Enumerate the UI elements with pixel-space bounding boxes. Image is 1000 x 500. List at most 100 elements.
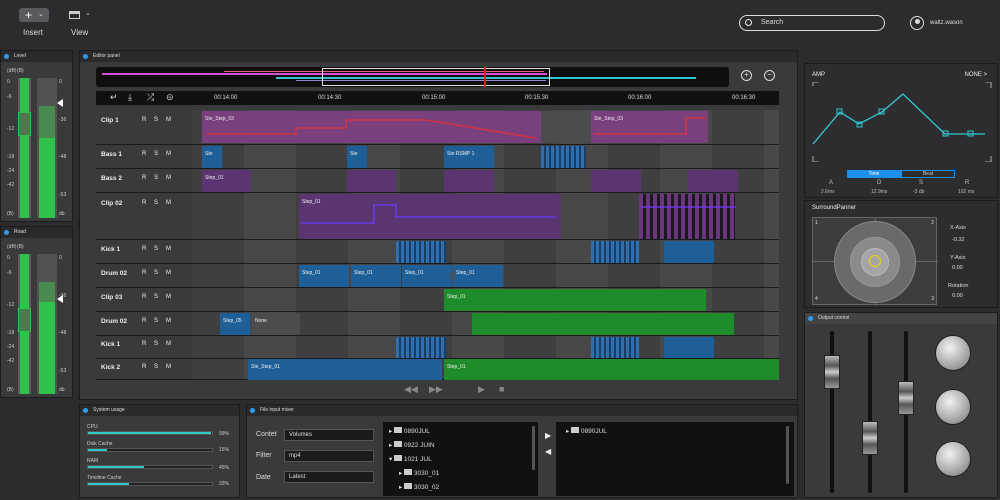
fader-handle[interactable] [862, 421, 878, 455]
insert-button[interactable]: + ⌄ [19, 8, 49, 22]
record-button[interactable]: R [142, 270, 146, 276]
clip[interactable] [396, 241, 446, 263]
mute-button[interactable]: M [166, 318, 171, 324]
clip[interactable]: Step_01 [351, 265, 401, 287]
clip[interactable]: Step_05 [220, 313, 250, 335]
panner-puck[interactable] [869, 255, 881, 267]
tray-down-icon[interactable]: ⤓ [128, 92, 132, 103]
solo-button[interactable]: S [154, 175, 158, 181]
tree-item[interactable]: ▸ 0890JUL [566, 427, 607, 435]
solo-button[interactable]: S [154, 246, 158, 252]
solo-button[interactable]: S [154, 318, 158, 324]
content-field[interactable]: Volumes [284, 429, 374, 441]
clip[interactable]: Step_01 [444, 289, 706, 311]
filter-field[interactable]: mp4 [284, 450, 374, 462]
search-input[interactable]: Search [739, 15, 885, 31]
overview-viewport[interactable] [322, 68, 550, 86]
mute-button[interactable]: M [166, 175, 171, 181]
scrollbar[interactable] [786, 426, 789, 484]
record-button[interactable]: R [142, 341, 146, 347]
meter-peak-handle[interactable] [18, 308, 31, 332]
record-button[interactable]: R [142, 294, 146, 300]
tree-item[interactable]: ▸ 0890JUL [389, 427, 430, 435]
clip[interactable] [472, 313, 734, 335]
record-button[interactable]: R [142, 318, 146, 324]
link-icon[interactable]: ⊝ [166, 92, 174, 103]
destination-tree[interactable]: ▸ 0890JUL [556, 422, 794, 496]
timeline-overview[interactable] [96, 67, 729, 87]
clip[interactable]: Ste_Step_01 [248, 359, 442, 380]
solo-button[interactable]: S [154, 151, 158, 157]
record-button[interactable]: R [142, 246, 146, 252]
tab-time[interactable]: Time [847, 170, 901, 178]
clip[interactable] [591, 241, 639, 263]
clip[interactable]: Step_01 [453, 265, 503, 287]
shuffle-icon[interactable]: ⤮ [147, 92, 154, 103]
surround-pad[interactable]: 1 2 3 4 [812, 217, 938, 306]
amp-preset-selector[interactable]: NONE > [964, 72, 987, 78]
mute-button[interactable]: M [166, 364, 171, 370]
x-axis-value[interactable]: -0.32 [952, 237, 965, 243]
clip[interactable]: Step_01 [299, 265, 349, 287]
clip[interactable]: Ste RSMP 1 [444, 146, 494, 168]
tree-item[interactable]: ▸ 3030_02 [399, 483, 439, 491]
panel-header: Level [1, 51, 72, 62]
clip[interactable]: Step_01 [444, 359, 779, 380]
scrollbar[interactable] [532, 426, 535, 470]
tree-item[interactable]: ▾ 1021 JUL [389, 455, 432, 463]
clip[interactable]: Ste [347, 146, 367, 168]
solo-button[interactable]: S [154, 341, 158, 347]
mute-button[interactable]: M [166, 270, 171, 276]
mute-button[interactable]: M [166, 341, 171, 347]
view-button[interactable]: ⌄ [66, 8, 94, 22]
fast-forward-icon[interactable]: ▶▶ [429, 384, 443, 395]
rewind-icon[interactable]: ◀◀ [404, 384, 418, 395]
zoom-in-icon[interactable]: + [741, 70, 752, 81]
fader-handle[interactable] [898, 381, 914, 415]
tab-beat[interactable]: Beat [901, 170, 955, 178]
clip[interactable] [444, 170, 494, 192]
tree-item[interactable]: ▸ 0922 JUIN [389, 441, 435, 449]
output-knob[interactable] [935, 389, 971, 425]
clip[interactable]: None [252, 313, 300, 335]
envelope-graph[interactable] [805, 82, 999, 162]
y-axis-value[interactable]: 0.00 [952, 265, 963, 271]
clip[interactable]: Step_01 [202, 170, 251, 192]
zoom-out-icon[interactable]: − [764, 70, 775, 81]
clip[interactable] [396, 337, 446, 358]
clip[interactable]: Step_01 [402, 265, 452, 287]
clip[interactable] [664, 241, 714, 263]
output-knob[interactable] [935, 441, 971, 477]
clip[interactable]: Ste [202, 146, 222, 168]
solo-button[interactable]: S [154, 270, 158, 276]
mute-button[interactable]: M [166, 151, 171, 157]
rotation-value[interactable]: 0.00 [952, 293, 963, 299]
folder-tree[interactable]: ▸ 0890JUL ▸ 0922 JUIN ▾ 1021 JUL ▸ 3030_… [383, 422, 538, 496]
mute-button[interactable]: M [166, 294, 171, 300]
fader-handle[interactable] [824, 355, 840, 389]
panel-header: Output control [805, 313, 997, 324]
move-left-icon[interactable]: ◀ [545, 447, 551, 456]
clip[interactable] [591, 337, 639, 358]
move-right-icon[interactable]: ▶ [545, 431, 551, 440]
stop-icon[interactable]: ■ [499, 384, 504, 394]
play-icon[interactable]: ▶ [478, 384, 485, 395]
record-button[interactable]: R [142, 364, 146, 370]
clip[interactable] [591, 170, 641, 192]
clip[interactable] [541, 146, 586, 168]
record-button[interactable]: R [142, 175, 146, 181]
avatar[interactable] [910, 16, 924, 30]
meter-peak-handle[interactable] [18, 112, 31, 136]
clip[interactable] [688, 170, 738, 192]
tree-item[interactable]: ▸ 3030_01 [399, 469, 439, 477]
record-button[interactable]: R [142, 151, 146, 157]
mute-button[interactable]: M [166, 246, 171, 252]
solo-button[interactable]: S [154, 294, 158, 300]
date-field[interactable]: Latest [284, 471, 374, 483]
return-icon[interactable]: ↵ [110, 92, 118, 103]
clip[interactable] [347, 170, 396, 192]
clip[interactable] [664, 337, 714, 358]
solo-button[interactable]: S [154, 364, 158, 370]
usage-fill [88, 483, 129, 485]
output-knob[interactable] [935, 335, 971, 371]
